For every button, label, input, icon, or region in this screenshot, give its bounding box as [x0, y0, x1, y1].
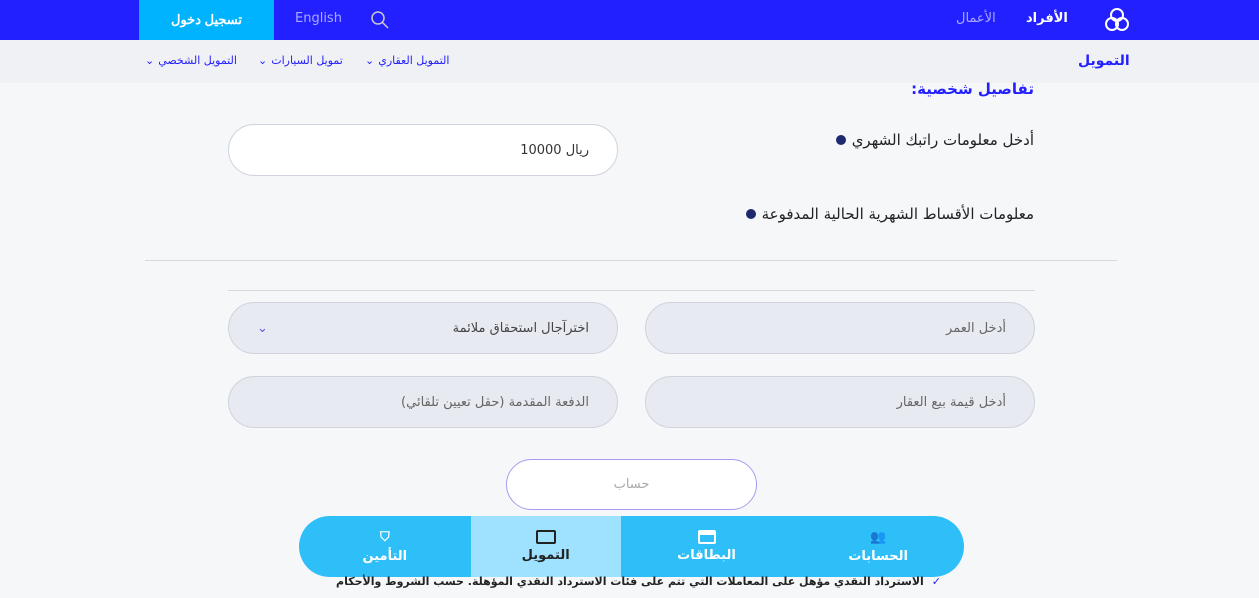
note-text: الاسترداد النقدي مؤهل على المعاملات التي… [336, 575, 924, 588]
login-button[interactable]: تسجيل دخول [139, 0, 274, 40]
card-icon [697, 530, 716, 544]
tab-business[interactable]: الأعمال [956, 11, 996, 26]
calculate-button[interactable]: حساب [506, 459, 757, 510]
subnav-item-auto[interactable]: ⌄ تمويل السيارات [258, 54, 343, 67]
nav-label: الحسابات [848, 548, 908, 564]
money-icon [535, 530, 556, 544]
bottom-nav-accounts[interactable]: 👥 الحسابات [792, 516, 964, 577]
bottom-nav-cards[interactable]: البطاقات [621, 516, 793, 577]
subnav-item-mortgage[interactable]: ⌄ التمويل العقاري [365, 54, 449, 67]
cashback-note: ✓ الاسترداد النقدي مؤهل على المعاملات الت… [336, 575, 941, 588]
bottom-nav-financing[interactable]: التمويل [470, 516, 621, 577]
info-icon[interactable] [745, 209, 756, 219]
bottom-nav: 👥 الحسابات البطاقات التمويل ⛉ التأمين [299, 516, 964, 577]
nav-label: التمويل [521, 548, 570, 563]
subnav-item-personal[interactable]: ⌄ التمويل الشخصي [145, 54, 237, 67]
logo-icon[interactable] [1103, 6, 1131, 34]
bottom-nav-insurance[interactable]: ⛉ التأمين [299, 516, 471, 577]
downpayment-input[interactable]: الدفعة المقدمة (حقل تعيين تلقائي) [228, 376, 618, 428]
info-icon[interactable] [835, 135, 846, 145]
chevron-down-icon: ⌄ [257, 320, 268, 336]
accounts-icon: 👥 [870, 529, 887, 545]
property-value-input[interactable]: أدخل قيمة بيع العقار [645, 376, 1035, 428]
divider [145, 260, 1117, 261]
nav-label: التأمين [362, 548, 408, 564]
select-value: اخترآجال استحقاق ملائمة [452, 320, 589, 336]
section-title: تفاصيل شخصية: [911, 80, 1034, 98]
shield-icon: ⛉ [379, 529, 390, 545]
subnav-label: التمويل الشخصي [158, 54, 237, 67]
age-input[interactable]: أدخل العمر [645, 302, 1035, 354]
divider [228, 290, 1035, 291]
nav-label: البطاقات [677, 548, 736, 563]
salary-label: أدخل معلومات راتبك الشهري [835, 131, 1034, 149]
subnav-title[interactable]: التمويل [1078, 53, 1130, 69]
top-bar: الأفراد الأعمال English تسجيل دخول [0, 0, 1259, 40]
check-icon: ✓ [931, 575, 941, 588]
label-text: أدخل معلومات راتبك الشهري [851, 131, 1034, 149]
language-toggle[interactable]: English [295, 11, 342, 26]
subnav-label: تمويل السيارات [271, 54, 343, 67]
salary-input[interactable]: ريال 10000 [228, 124, 618, 176]
installments-label: معلومات الأقساط الشهرية الحالية المدفوعة [745, 205, 1034, 223]
subnav-label: التمويل العقاري [378, 54, 450, 67]
label-text: معلومات الأقساط الشهرية الحالية المدفوعة [761, 205, 1034, 223]
maturity-select[interactable]: اخترآجال استحقاق ملائمة ⌄ [228, 302, 618, 354]
tab-individuals[interactable]: الأفراد [1026, 11, 1068, 26]
search-icon[interactable] [370, 10, 390, 30]
sub-nav: التمويل ⌄ التمويل العقاري ⌄ تمويل السيار… [0, 40, 1259, 83]
